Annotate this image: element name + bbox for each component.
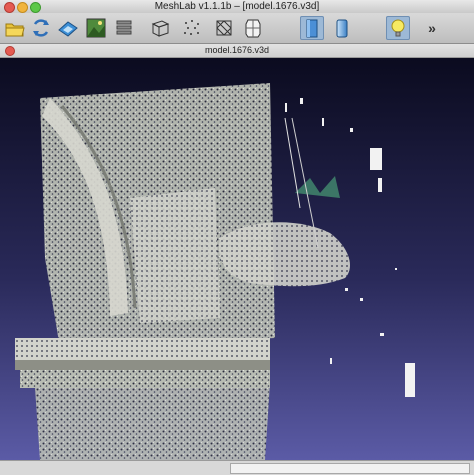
smooth-render-button[interactable]	[330, 16, 354, 40]
flat-render-button[interactable]	[300, 16, 324, 40]
lighting-icon	[391, 19, 405, 37]
window-titlebar: MeshLab v1.1.1b – [model.1676.v3d]	[0, 0, 474, 14]
layers-button[interactable]	[112, 16, 136, 40]
points-icon	[184, 20, 199, 35]
smooth-icon	[336, 19, 348, 38]
bbox-render-button[interactable]	[148, 16, 172, 40]
snapshot-button[interactable]	[56, 16, 80, 40]
document-title: model.1676.v3d	[204, 45, 270, 55]
hiddenlines-render-button[interactable]	[241, 16, 265, 40]
wireframe-render-button[interactable]	[212, 16, 236, 40]
points-render-button[interactable]	[180, 16, 204, 40]
open-icon	[5, 23, 25, 37]
snapshot-icon	[58, 21, 78, 37]
lighting-button[interactable]	[386, 16, 410, 40]
texture-button[interactable]	[84, 16, 108, 40]
point-cloud-render	[15, 83, 415, 460]
status-bar	[0, 460, 474, 475]
open-button[interactable]	[3, 16, 27, 40]
wireframe-icon	[216, 20, 232, 36]
toolbar-overflow-button[interactable]: »	[420, 16, 444, 40]
more-icon: »	[428, 20, 436, 36]
3d-viewport[interactable]	[0, 58, 474, 460]
main-toolbar: »	[0, 13, 474, 44]
layers-icon	[116, 20, 132, 35]
reload-button[interactable]	[29, 16, 53, 40]
document-titlebar: model.1676.v3d	[0, 44, 474, 58]
hiddenlines-icon	[245, 19, 261, 38]
flat-icon	[306, 19, 318, 38]
box-icon	[151, 20, 170, 37]
window-title: MeshLab v1.1.1b – [model.1676.v3d]	[154, 1, 320, 12]
status-field	[230, 463, 470, 474]
reload-icon	[33, 19, 49, 37]
texture-icon	[86, 18, 106, 38]
